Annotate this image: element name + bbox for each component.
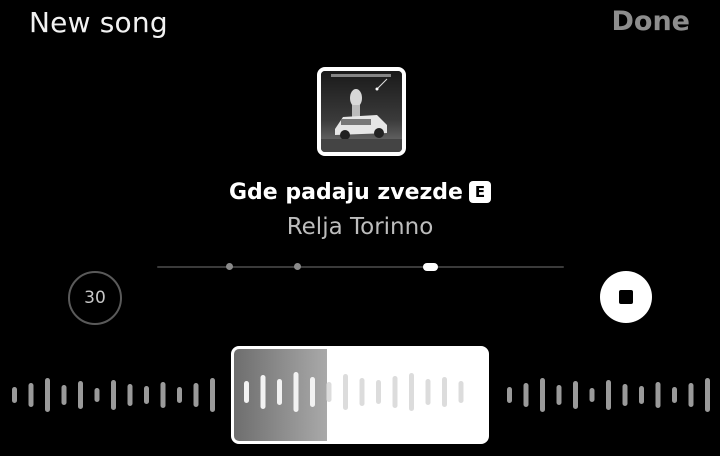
selection-waveform-bar	[376, 380, 381, 404]
waveform-bar	[556, 385, 562, 405]
waveform-bar	[507, 387, 512, 403]
waveform-bar	[160, 382, 166, 408]
waveform-bar	[45, 378, 50, 412]
waveform-bar	[606, 380, 611, 410]
selection-waveform-bar	[260, 375, 266, 409]
waveform-bar	[639, 386, 644, 404]
waveform-bar	[589, 388, 595, 402]
album-art-icon	[321, 71, 402, 152]
clip-duration-button[interactable]: 30	[68, 271, 122, 325]
selection-waveform-bar	[409, 373, 414, 411]
selection-waveform-bar	[343, 374, 348, 410]
song-title-row: Gde padaju zvezde E	[0, 180, 720, 205]
clip-scrubber[interactable]	[157, 263, 564, 271]
selection-waveform	[244, 372, 464, 412]
waveform-bar	[177, 387, 182, 403]
explicit-badge: E	[468, 181, 491, 203]
waveform-bar	[61, 385, 67, 405]
selection-waveform-bar	[293, 372, 299, 412]
waveform-bar	[94, 388, 100, 402]
waveform-bar	[127, 384, 133, 406]
waveform-bar	[28, 383, 34, 407]
selection-waveform-bar	[244, 381, 249, 403]
selection-waveform-bar	[458, 381, 464, 403]
selection-waveform-bar	[326, 382, 332, 402]
selection-waveform-bar	[359, 378, 365, 406]
selection-waveform-bar	[277, 379, 282, 405]
clip-selection-window[interactable]	[231, 346, 489, 444]
album-cover	[317, 67, 406, 156]
stop-icon	[619, 290, 633, 304]
waveform-bar	[573, 381, 578, 409]
waveform-bar	[622, 384, 628, 406]
waveform-bar	[523, 383, 529, 407]
waveform-bar	[193, 383, 199, 407]
page-title: New song	[29, 6, 168, 39]
selection-waveform-bar	[310, 377, 315, 407]
waveform-bar	[12, 387, 17, 403]
stop-button[interactable]	[600, 271, 652, 323]
waveform-bar	[705, 378, 710, 412]
selection-waveform-bar	[392, 376, 398, 408]
scrubber-marker	[226, 263, 233, 270]
selection-waveform-bar	[425, 379, 431, 405]
waveform-bar	[111, 380, 116, 410]
waveform-bar	[672, 387, 677, 403]
done-button[interactable]: Done	[612, 6, 691, 37]
song-title: Gde padaju zvezde	[229, 180, 463, 205]
scrubber-marker	[294, 263, 301, 270]
waveform-bar	[655, 382, 661, 408]
waveform-bar	[688, 383, 694, 407]
waveform-bar	[78, 381, 83, 409]
waveform-bar	[144, 386, 149, 404]
waveform-bar	[210, 378, 215, 412]
waveform-bar	[540, 378, 545, 412]
scrubber-handle[interactable]	[423, 263, 438, 271]
artist-name: Relja Torinno	[286, 214, 434, 240]
selection-waveform-bar	[442, 377, 447, 407]
